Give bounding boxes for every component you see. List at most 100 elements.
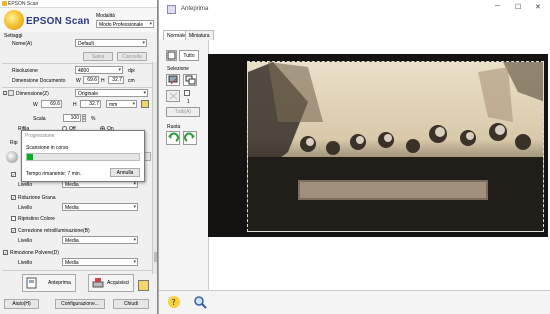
rotate-left-icon[interactable]	[166, 131, 180, 145]
chevron-down-icon: ▾	[149, 21, 152, 27]
settings-label: Settaggi	[4, 33, 23, 39]
resolution-value: 4800	[78, 68, 90, 74]
livello-value-3: Media	[65, 238, 79, 244]
dimension-select[interactable]: Originale ▾	[75, 89, 148, 97]
progress-bar	[26, 153, 140, 161]
doc-size-label: Dimensione Documento	[12, 78, 66, 84]
collapse-icon[interactable]: -	[3, 91, 7, 96]
backlight-checkbox[interactable]: ✓	[11, 228, 16, 233]
mode-select[interactable]: Modo Professionale ▾	[96, 20, 154, 28]
divider	[2, 63, 153, 64]
doc-unit: cm	[128, 78, 135, 84]
marquee-select-icon[interactable]	[166, 74, 180, 86]
preview-title: Anteprima	[181, 6, 209, 12]
target-width-field[interactable]: 69.6	[41, 100, 62, 108]
delete-marquee-icon[interactable]	[166, 90, 180, 102]
livello-label-2: Livello	[18, 205, 33, 211]
delete-button[interactable]: Cancella	[117, 52, 147, 61]
preview-toolbar: Tutto Selezione 1 Tutti(A) Ruota	[159, 40, 209, 290]
rotate-right-icon[interactable]	[183, 131, 197, 145]
chevron-down-icon: ▾	[132, 101, 135, 107]
doc-width-field[interactable]: 69.6	[83, 76, 99, 84]
scale-label: Scala	[33, 116, 46, 122]
settings-name-select[interactable]: Default ▾	[75, 39, 147, 47]
divider	[2, 270, 153, 271]
scan-header: EPSON Scan Modalità Modo Professionale ▾	[0, 8, 157, 32]
progress-dialog: Progressione Scansione in corso Tempo ri…	[21, 130, 145, 182]
svg-text:?: ?	[172, 298, 176, 307]
target-height-field[interactable]: 32.7	[80, 100, 101, 108]
mode-label: Modalità	[96, 13, 115, 19]
acquire-button[interactable]: Acquisisci	[88, 274, 134, 292]
save-button[interactable]: Salva	[83, 52, 113, 61]
select-all-icon[interactable]	[166, 50, 177, 61]
dimension-value: Originale	[78, 91, 99, 97]
livello-value-4: Media	[65, 260, 79, 266]
dimension-icon	[8, 90, 14, 96]
scan-titlebar: EPSON Scan	[0, 0, 157, 8]
tab-miniatura[interactable]: Miniatura	[185, 30, 214, 40]
livello-select-4[interactable]: Media ▾	[62, 258, 138, 266]
divider	[2, 87, 153, 88]
livello-label-4: Livello	[18, 260, 33, 266]
chevron-down-icon: ▾	[133, 259, 136, 265]
livello-label-1: Livello	[18, 182, 33, 188]
zoom-icon[interactable]	[193, 295, 207, 309]
time-remaining: Tempo rimanente: 7 min.	[26, 171, 82, 177]
doc-height-field[interactable]: 32.7	[108, 76, 124, 84]
progress-titlebar: Progressione	[22, 131, 144, 140]
maximize-icon[interactable]: ☐	[515, 3, 521, 11]
name-label: Nome(A)	[12, 41, 33, 47]
close-icon[interactable]: ✕	[535, 3, 541, 11]
help-button[interactable]: Aiuto(H)	[4, 299, 39, 309]
file-settings-icon[interactable]	[138, 280, 149, 291]
scroll-thumb[interactable]	[154, 252, 157, 262]
ruota-label: Ruota	[167, 124, 181, 130]
minimize-icon[interactable]: ─	[495, 3, 500, 10]
livello-label-3: Livello	[18, 238, 33, 244]
color-restore-checkbox[interactable]	[11, 216, 16, 221]
color-wheel-icon[interactable]	[6, 151, 18, 163]
selezione-checkbox[interactable]	[184, 90, 190, 96]
window-title: EPSON Scan	[8, 1, 39, 7]
close-button[interactable]: Chiudi	[113, 299, 149, 309]
chevron-down-icon: ▾	[133, 204, 136, 210]
preview-button[interactable]: Anteprima	[22, 274, 76, 292]
chevron-down-icon: ▾	[118, 67, 121, 73]
livello-select-2[interactable]: Media ▾	[62, 203, 138, 211]
rimozione-polvere-label: Rimozione Polvere(D)	[10, 250, 59, 256]
progress-title: Progressione	[25, 133, 55, 139]
mode-value: Modo Professionale	[99, 22, 144, 28]
tutti-button[interactable]: Tutti(A)	[166, 107, 200, 117]
settings-scrollbar[interactable]	[152, 62, 157, 274]
selezione-label: Selezione	[167, 66, 189, 72]
preview-window: Anteprima ─ ☐ ✕ Normale Miniatura Tutto …	[158, 0, 550, 314]
grain-checkbox[interactable]: ✓	[11, 195, 16, 200]
help-icon[interactable]: ?	[167, 295, 181, 309]
configuration-button[interactable]: Configurazione...	[55, 299, 105, 309]
dust-checkbox[interactable]: ✓	[3, 250, 8, 255]
tutto-button[interactable]: Tutto	[179, 50, 199, 61]
scale-stepper[interactable]: ▴ ▾	[82, 114, 86, 122]
duplicate-marquee-icon[interactable]	[183, 74, 197, 86]
preview-image[interactable]	[208, 54, 548, 237]
dimension-label: Dimensione(Z)	[16, 91, 49, 97]
lock-icon[interactable]	[141, 100, 149, 108]
preview-titlebar: Anteprima ─ ☐ ✕	[159, 0, 550, 22]
cancel-button[interactable]: Annulla	[110, 168, 140, 177]
preview-button-label: Anteprima	[48, 280, 71, 286]
scale-field[interactable]: 100	[63, 114, 81, 122]
unit-select[interactable]: mm ▾	[106, 100, 137, 108]
livello-value-1: Media	[65, 182, 79, 188]
resolution-select[interactable]: 4800 ▾	[75, 66, 123, 74]
progress-status: Scansione in corso	[26, 145, 69, 151]
scan-marquee[interactable]	[247, 61, 544, 232]
livello-select-3[interactable]: Media ▾	[62, 236, 138, 244]
unit-value: mm	[109, 102, 118, 108]
resolution-label: Risoluzione	[12, 68, 38, 74]
scan-icon	[92, 278, 104, 288]
unsharp-checkbox[interactable]: ✓	[11, 172, 16, 177]
photo-content	[248, 62, 543, 231]
correzione-label: Correzione retroilluminazione(B)	[18, 228, 90, 234]
selezione-count: 1	[187, 99, 190, 105]
